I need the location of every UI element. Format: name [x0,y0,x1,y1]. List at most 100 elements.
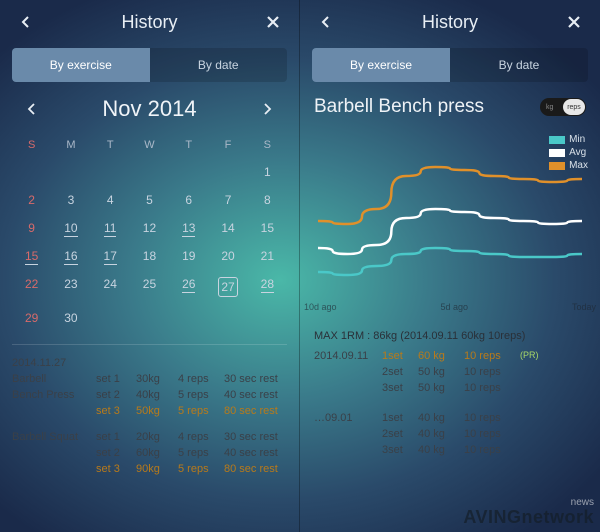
pr-badge [520,412,550,424]
calendar-day[interactable]: 13 [169,214,208,242]
session-set: 1set [382,412,418,424]
calendar-day[interactable]: 30 [51,304,90,332]
calendar-day[interactable]: 18 [130,242,169,270]
history-chart [310,126,590,306]
calendar-day[interactable]: 16 [51,242,90,270]
calendar-day[interactable]: 24 [91,270,130,304]
session-date [314,382,382,394]
calendar-day [208,158,247,186]
calendar-day[interactable]: 7 [208,186,247,214]
watermark: news AVINGnetwork [463,498,594,526]
calendar-day[interactable]: 12 [130,214,169,242]
calendar-weekday: T [169,132,208,158]
session-set: 2set [382,366,418,378]
calendar-day[interactable]: 15 [248,214,287,242]
calendar-day[interactable]: 27 [208,270,247,304]
session-set: 2set [382,428,418,440]
kg-reps-toggle[interactable]: kg reps [540,98,586,116]
calendar: SMTWTFS 12345678910111213141515161718192… [0,132,299,332]
calendar-day[interactable]: 11 [91,214,130,242]
back-button[interactable] [14,10,38,34]
calendar-day[interactable]: 6 [169,186,208,214]
calendar-day[interactable]: 22 [12,270,51,304]
calendar-day[interactable]: 29 [12,304,51,332]
set-set: set 2 [96,389,136,401]
calendar-day [169,304,208,332]
calendar-day[interactable]: 4 [91,186,130,214]
session-set-row: 2set40 kg10 reps [300,426,600,442]
session-set: 3set [382,382,418,394]
exercise-title: Barbell Bench press [314,96,484,118]
session-date: 2014.09.11 [314,350,382,362]
session-set: 1set [382,350,418,362]
calendar-day[interactable]: 14 [208,214,247,242]
calendar-day [130,304,169,332]
chart-line-avg [318,209,582,254]
calendar-day[interactable]: 20 [208,242,247,270]
calendar-day[interactable]: 3 [51,186,90,214]
pr-badge: (PR) [520,350,550,362]
session-reps: 10 reps [464,412,520,424]
set-rest: 30 sec rest [224,431,296,443]
exercise-name [12,463,96,475]
calendar-day[interactable]: 17 [91,242,130,270]
close-button[interactable] [261,10,285,34]
page-title: History [422,12,478,33]
set-wt: 40kg [136,389,178,401]
session-set-row: 3set50 kg10 reps [300,380,600,396]
back-button[interactable] [314,10,338,34]
max-1rm-line: MAX 1RM : 86kg (2014.09.11 60kg 10reps) [314,330,525,342]
session-reps: 10 reps [464,366,520,378]
session-reps: 10 reps [464,382,520,394]
calendar-day[interactable]: 19 [169,242,208,270]
tab-by-exercise[interactable]: By exercise [12,48,150,82]
calendar-day[interactable]: 1 [248,158,287,186]
set-rest: 30 sec rest [224,373,296,385]
calendar-day[interactable]: 10 [51,214,90,242]
toggle-knob: reps [563,99,585,115]
tab-by-date[interactable]: By date [450,48,588,82]
session-set-row: …09.011set40 kg10 reps [300,410,600,426]
calendar-day[interactable]: 21 [248,242,287,270]
exercise-name [12,405,96,417]
set-reps: 5 reps [178,389,224,401]
tab-by-date[interactable]: By date [150,48,288,82]
calendar-day[interactable]: 26 [169,270,208,304]
calendar-weekday: S [12,132,51,158]
month-title: Nov 2014 [102,96,196,122]
tab-by-exercise[interactable]: By exercise [312,48,450,82]
calendar-day[interactable]: 9 [12,214,51,242]
session-reps: 10 reps [464,444,520,456]
calendar-day[interactable]: 15 [12,242,51,270]
calendar-day[interactable]: 8 [248,186,287,214]
session-reps: 10 reps [464,350,520,362]
pr-badge [520,382,550,394]
calendar-day[interactable]: 23 [51,270,90,304]
chart-line-max [318,167,582,224]
prev-month-button[interactable] [20,97,44,121]
set-wt: 50kg [136,405,178,417]
calendar-day[interactable]: 2 [12,186,51,214]
set-set: set 2 [96,447,136,459]
session-set-row: 2014.09.111set60 kg10 reps(PR) [300,348,600,364]
calendar-weekday: F [208,132,247,158]
set-wt: 90kg [136,463,178,475]
set-reps: 4 reps [178,431,224,443]
pr-badge [520,428,550,440]
set-rest: 80 sec rest [224,405,296,417]
set-set: set 3 [96,405,136,417]
session-date [314,444,382,456]
next-month-button[interactable] [255,97,279,121]
view-tabs: By exercise By date [12,48,287,82]
calendar-day[interactable]: 25 [130,270,169,304]
calendar-day[interactable]: 5 [130,186,169,214]
calendar-day[interactable]: 28 [248,270,287,304]
page-title: History [121,12,177,33]
calendar-day [51,158,90,186]
close-button[interactable] [562,10,586,34]
session-reps: 10 reps [464,428,520,440]
session-wt: 40 kg [418,444,464,456]
set-rest: 80 sec rest [224,463,296,475]
session-set-row: 2set50 kg10 reps [300,364,600,380]
calendar-weekday: S [248,132,287,158]
